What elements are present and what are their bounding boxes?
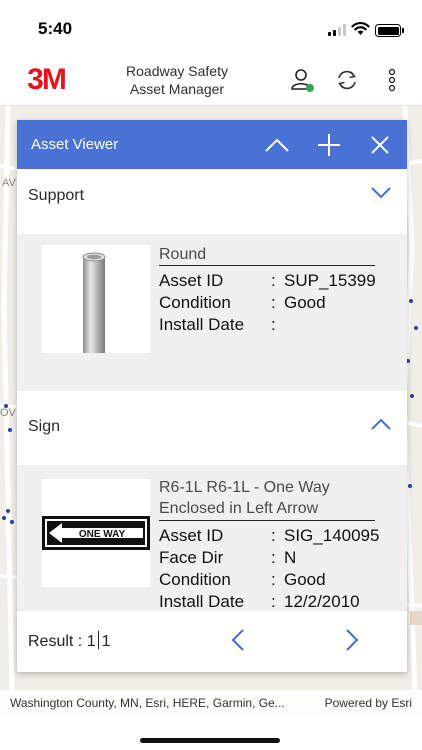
field-key: Asset ID xyxy=(159,271,224,290)
item-title-line2: Enclosed in Left Arrow xyxy=(159,500,319,517)
group-title: Sign xyxy=(28,418,61,435)
more-vertical-icon[interactable] xyxy=(378,66,406,94)
chevron-up-icon[interactable] xyxy=(371,417,391,431)
result-total: 1 xyxy=(101,633,111,650)
status-bar: 5:40 xyxy=(0,0,422,56)
user-online-icon[interactable] xyxy=(289,66,317,94)
app-title: Roadway Safety Asset Manager xyxy=(112,62,242,98)
one-way-sign-image: ONE WAY xyxy=(42,479,150,587)
field-key: Face Dir xyxy=(159,548,224,567)
field-value: Good xyxy=(284,293,326,312)
3m-logo[interactable]: 3M xyxy=(17,61,75,95)
field-row-install-date: Install Date : 12/2/2010 xyxy=(159,592,399,610)
field-colon: : xyxy=(271,570,276,589)
chevron-left-icon xyxy=(231,629,244,651)
chevron-down-icon[interactable] xyxy=(371,186,391,200)
field-value: 12/2/2010 xyxy=(284,592,360,610)
field-colon: : xyxy=(271,592,276,610)
status-time: 5:40 xyxy=(38,19,73,38)
field-key: Condition xyxy=(159,293,231,312)
chevron-right-icon xyxy=(346,629,359,651)
field-colon: : xyxy=(271,293,276,312)
asset-viewer-footer: Result : 11 xyxy=(17,610,407,672)
asset-viewer-header: Asset Viewer xyxy=(17,120,407,169)
group-header-support[interactable]: Support xyxy=(17,169,407,219)
field-row-condition: Condition : Good xyxy=(159,293,399,315)
field-key: Install Date xyxy=(159,315,245,334)
add-asset-button[interactable] xyxy=(314,130,344,160)
map-edge-label-2: OV xyxy=(0,407,17,419)
field-value: Good xyxy=(284,570,326,589)
field-row-install-date: Install Date : xyxy=(159,315,399,337)
result-separator xyxy=(97,631,99,649)
app-header: 3M Roadway Safety Asset Manager xyxy=(0,56,422,106)
field-row-asset-id: Asset ID : SIG_140095 xyxy=(159,526,399,548)
field-key: Condition xyxy=(159,570,231,589)
battery-icon xyxy=(375,24,401,37)
support-item-card[interactable]: Round Asset ID : SUP_15399 Condition : G… xyxy=(17,234,407,391)
map-attribution[interactable]: Washington County, MN, Esri, HERE, Garmi… xyxy=(10,696,285,710)
field-colon: : xyxy=(271,315,276,334)
close-panel-button[interactable] xyxy=(365,130,395,160)
plus-icon xyxy=(318,134,340,156)
sync-icon[interactable] xyxy=(333,66,361,94)
field-value: N xyxy=(284,548,297,567)
map-edge-label-1: AV xyxy=(2,177,17,189)
round-post-image xyxy=(42,245,150,355)
asset-viewer-title: Asset Viewer xyxy=(31,136,119,153)
result-label: Result : xyxy=(28,633,83,650)
field-key: Asset ID xyxy=(159,526,224,545)
cellular-signal-icon xyxy=(328,24,348,36)
result-current: 1 xyxy=(86,633,96,650)
home-bar-area xyxy=(0,716,422,750)
field-value: SIG_140095 xyxy=(284,526,380,545)
item-title-underline xyxy=(159,265,375,266)
item-title: Round xyxy=(159,246,207,263)
item-title-line1: R6-1L R6-1L - One Way xyxy=(159,479,330,496)
field-colon: : xyxy=(271,271,276,290)
field-row-condition: Condition : Good xyxy=(159,570,399,592)
item-title-underline xyxy=(159,520,375,521)
collapse-panel-button[interactable] xyxy=(262,130,292,160)
wifi-icon xyxy=(351,22,370,35)
field-key: Install Date xyxy=(159,592,245,610)
sign-text: ONE WAY xyxy=(79,529,126,540)
group-header-sign[interactable]: Sign xyxy=(17,400,407,450)
chevron-up-icon xyxy=(265,138,289,152)
group-title: Support xyxy=(28,187,85,204)
asset-viewer-panel: Asset Viewer Support Round Asset ID: SU… xyxy=(17,120,407,672)
home-indicator xyxy=(140,738,280,743)
logo-text: 3M xyxy=(27,63,65,95)
app-title-line2: Asset Manager xyxy=(129,81,225,97)
previous-result-button[interactable] xyxy=(226,628,250,652)
field-value: SUP_15399 xyxy=(284,271,376,290)
field-row-face-dir: Face Dir : N xyxy=(159,548,399,570)
close-icon xyxy=(371,136,389,154)
sign-item-card[interactable]: ONE WAY R6-1L R6-1L - One Way Enclosed i… xyxy=(17,465,407,610)
field-row-asset-id: Asset ID : SUP_15399 xyxy=(159,271,399,293)
asset-viewer-body[interactable]: Support Round Asset ID: SUP_15399 Condi… xyxy=(17,169,407,610)
map-attribution-bar: Washington County, MN, Esri, HERE, Garmi… xyxy=(0,690,422,716)
app-title-line1: Roadway Safety xyxy=(126,63,228,79)
field-colon: : xyxy=(271,548,276,567)
next-result-button[interactable] xyxy=(340,628,364,652)
field-colon: : xyxy=(271,526,276,545)
powered-by-esri: Powered by Esri xyxy=(324,696,412,710)
result-counter: Result : 11 xyxy=(28,631,111,651)
battery-cap xyxy=(402,28,404,33)
